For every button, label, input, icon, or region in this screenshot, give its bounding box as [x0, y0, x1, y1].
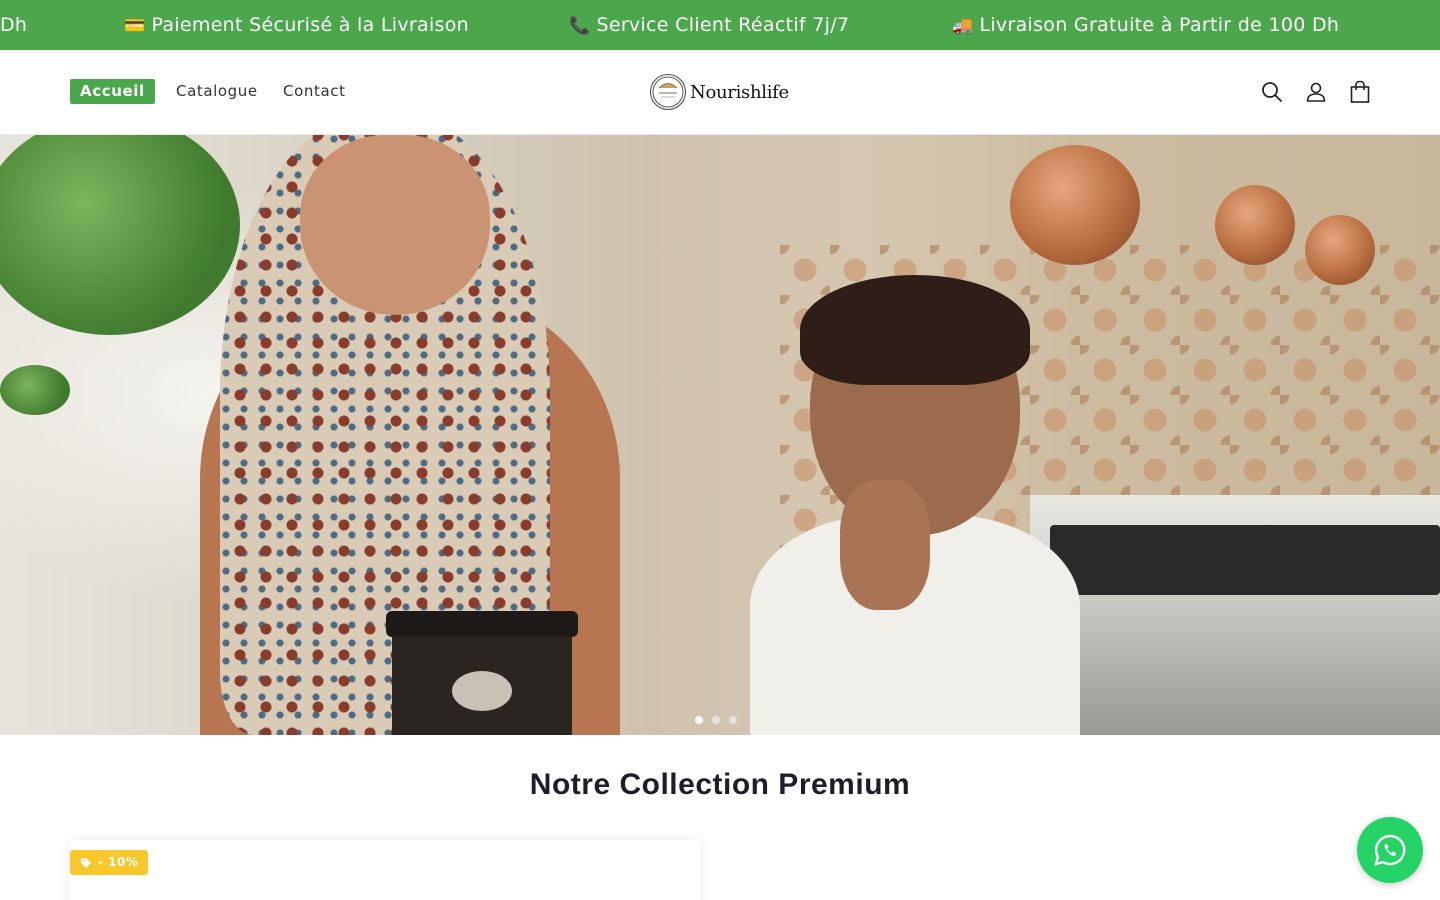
nav-home[interactable]: Accueil: [70, 79, 155, 104]
whatsapp-icon: [1374, 834, 1406, 866]
site-header: Accueil Catalogue Contact Nourishlife: [0, 50, 1440, 135]
announcement-item-3: 📞 Service Client Réactif 7j/7: [569, 0, 849, 50]
site-logo[interactable]: Nourishlife: [650, 74, 789, 110]
nav-contact[interactable]: Contact: [283, 79, 346, 104]
collection-title: Notre Collection Premium: [529, 768, 911, 801]
slide-indicators: [695, 716, 737, 724]
truck-icon: 🚚: [952, 16, 974, 36]
announcement-item-2: 💳 Paiement Sécurisé à la Livraison: [124, 0, 469, 50]
hero-product-jar: [386, 611, 578, 735]
announcement-item-4: 🚚 Livraison Gratuite à Partir de 100 Dh: [952, 0, 1339, 50]
logo-emblem-icon: [652, 76, 684, 108]
hero-child: [740, 275, 1080, 735]
whatsapp-button[interactable]: [1357, 817, 1423, 883]
tag-icon: [81, 857, 91, 868]
discount-badge: - 10%: [70, 850, 149, 875]
search-icon[interactable]: [1260, 80, 1284, 104]
hero-copper-pan: [1010, 145, 1140, 265]
slide-dot-2[interactable]: [712, 716, 720, 724]
cart-icon[interactable]: [1348, 80, 1372, 104]
announcement-bar: Dh 💳 Paiement Sécurisé à la Livraison 📞 Se…: [0, 0, 1440, 50]
hero-copper-pan: [1305, 215, 1375, 285]
account-icon[interactable]: [1304, 80, 1328, 104]
card-icon: 💳: [124, 16, 146, 36]
logo-mark: [650, 74, 686, 110]
logo-text: Nourishlife: [690, 81, 789, 103]
hero-woman: [90, 135, 690, 735]
announcement-item-1: Dh: [0, 14, 28, 36]
product-card[interactable]: [70, 840, 700, 900]
hero-small-plant: [0, 365, 70, 415]
phone-icon: 📞: [569, 16, 591, 36]
nav-catalogue[interactable]: Catalogue: [176, 79, 258, 104]
hero-copper-pan: [1215, 185, 1295, 265]
hero-slideshow[interactable]: [0, 135, 1440, 735]
slide-dot-1[interactable]: [695, 716, 703, 724]
hero-stove: [1050, 525, 1440, 595]
slide-dot-3[interactable]: [729, 716, 737, 724]
